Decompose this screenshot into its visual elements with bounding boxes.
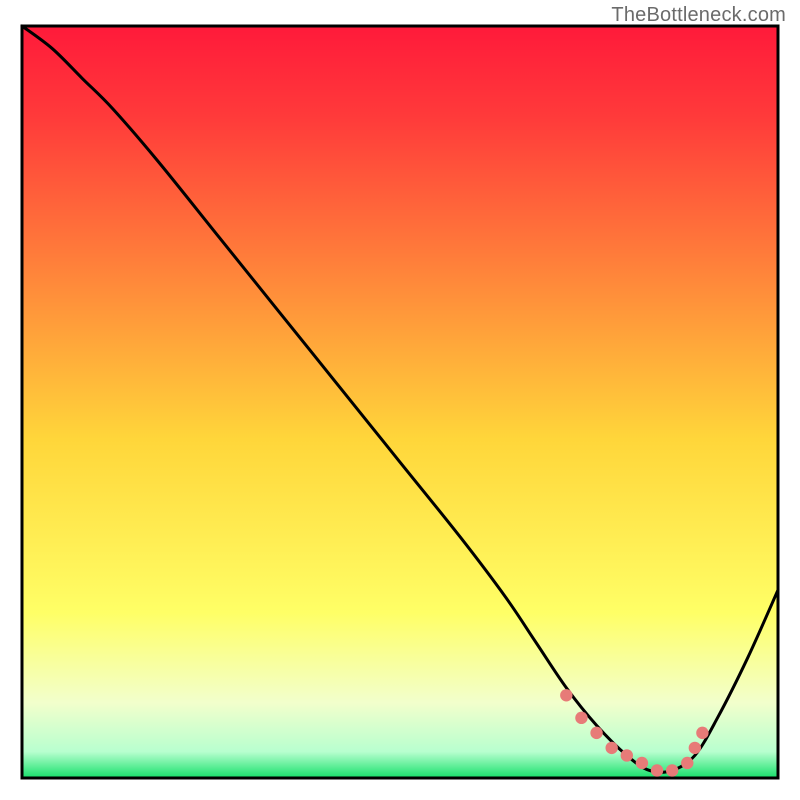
highlight-marker <box>621 749 633 761</box>
highlight-marker <box>575 712 587 724</box>
highlight-marker <box>590 727 602 739</box>
watermark-text: TheBottleneck.com <box>611 4 786 27</box>
highlight-marker <box>689 742 701 754</box>
chart-stage: TheBottleneck.com <box>0 0 800 800</box>
highlight-marker <box>605 742 617 754</box>
highlight-marker <box>560 689 572 701</box>
chart-svg <box>0 0 800 800</box>
highlight-marker <box>651 764 663 776</box>
highlight-marker <box>666 764 678 776</box>
highlight-marker <box>636 757 648 769</box>
highlight-marker <box>696 727 708 739</box>
gradient-bg <box>22 26 778 778</box>
highlight-marker <box>681 757 693 769</box>
